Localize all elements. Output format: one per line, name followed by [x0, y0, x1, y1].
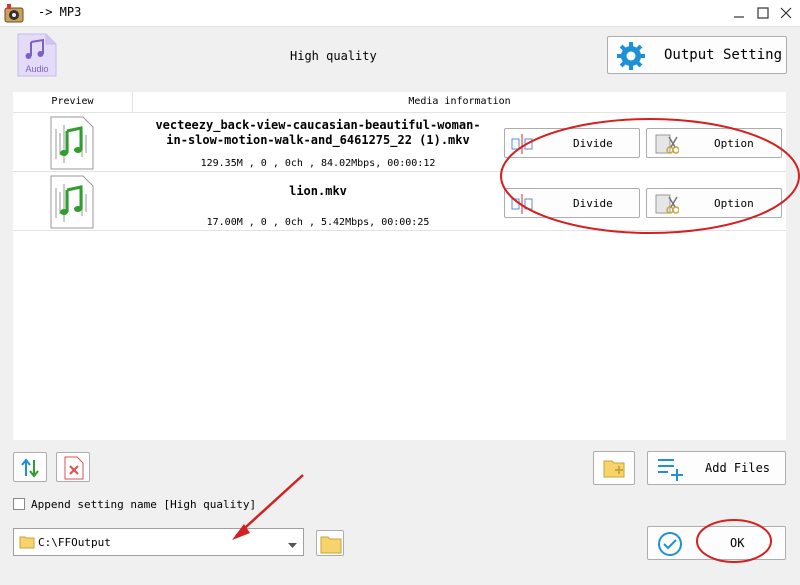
remove-file-button[interactable]	[56, 452, 90, 482]
divide-icon	[511, 133, 533, 158]
file-name: lion.mkv	[289, 184, 347, 198]
option-button[interactable]: Option	[646, 128, 782, 158]
file-table: Preview Media information vecteezy_back-…	[13, 92, 786, 440]
browse-folder-button[interactable]	[316, 530, 344, 556]
title-bar: -> MP3	[0, 0, 800, 26]
scissors-icon	[655, 133, 680, 158]
ok-button[interactable]: OK	[647, 526, 786, 560]
folder-icon	[320, 534, 342, 557]
app-logo-icon	[4, 3, 24, 23]
window-title: -> MP3	[38, 5, 82, 19]
music-file-icon	[49, 174, 95, 230]
output-folder-select[interactable]: C:\FFOutput	[13, 528, 304, 556]
divide-label: Divide	[573, 137, 613, 150]
add-files-icon	[656, 456, 684, 485]
add-folder-button[interactable]	[593, 451, 635, 485]
folder-icon	[19, 535, 35, 552]
add-files-label: Add Files	[705, 461, 771, 475]
option-label: Option	[714, 137, 754, 150]
scissors-icon	[655, 193, 680, 218]
checkmark-icon	[657, 531, 683, 560]
divide-button[interactable]: Divide	[504, 128, 640, 158]
file-meta: 129.35M , 0 , 0ch , 84.02Mbps, 00:00:12	[200, 158, 436, 169]
table-row[interactable]: lion.mkv 17.00M , 0 , 0ch , 5.42Mbps, 00…	[13, 172, 786, 231]
table-row[interactable]: vecteezy_back-view-caucasian-beautiful-w…	[13, 113, 786, 172]
audio-format-icon: Audio	[16, 32, 58, 78]
delete-file-icon	[63, 456, 85, 483]
quality-label: High quality	[290, 49, 377, 63]
file-name: vecteezy_back-view-caucasian-beautiful-w…	[155, 118, 481, 147]
column-header-preview: Preview	[13, 92, 133, 113]
close-button[interactable]	[775, 2, 797, 24]
divide-button[interactable]: Divide	[504, 188, 640, 218]
column-header-media-info: Media information	[133, 92, 786, 113]
sort-arrows-icon	[19, 457, 41, 482]
append-setting-checkbox[interactable]	[13, 498, 25, 510]
minimize-button[interactable]	[728, 2, 750, 24]
chevron-down-icon	[288, 539, 297, 552]
sort-button[interactable]	[13, 452, 47, 482]
append-setting-label: Append setting name [High quality]	[31, 498, 257, 511]
format-badge-label: Audio	[25, 64, 49, 74]
option-button[interactable]: Option	[646, 188, 782, 218]
gear-icon	[616, 41, 646, 74]
add-files-button[interactable]: Add Files	[647, 451, 786, 485]
maximize-button[interactable]	[752, 2, 774, 24]
output-setting-label: Output Setting	[664, 47, 783, 63]
option-label: Option	[714, 197, 754, 210]
file-meta: 17.00M , 0 , 0ch , 5.42Mbps, 00:00:25	[206, 217, 430, 228]
divide-label: Divide	[573, 197, 613, 210]
music-file-icon	[49, 115, 95, 171]
ok-label: OK	[730, 536, 745, 550]
divide-icon	[511, 193, 533, 218]
output-path-value: C:\FFOutput	[38, 536, 111, 549]
output-setting-button[interactable]: Output Setting	[607, 36, 787, 74]
folder-plus-icon	[603, 457, 627, 482]
